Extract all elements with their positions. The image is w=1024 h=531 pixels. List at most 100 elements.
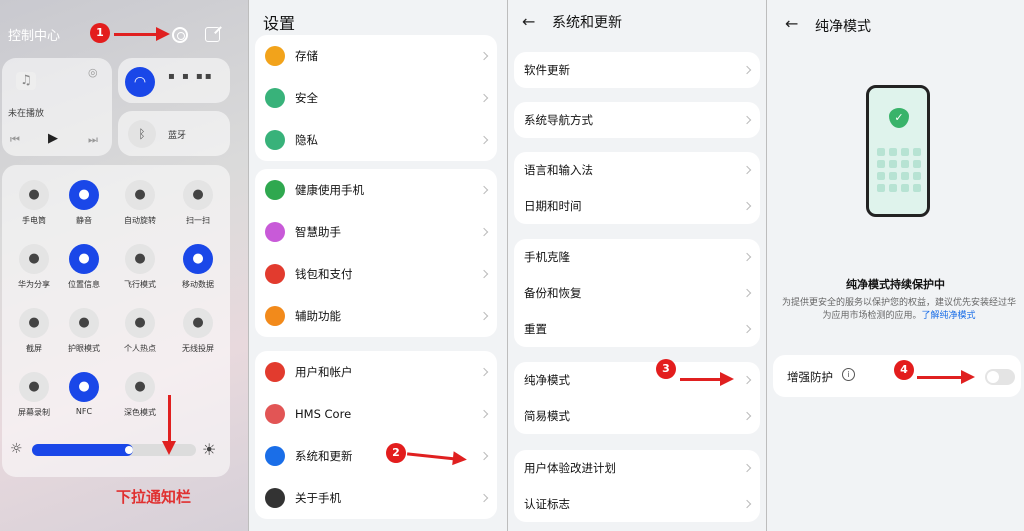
chevron-right-icon	[742, 411, 752, 421]
security-icon	[265, 88, 285, 108]
system-item-label: 重置	[524, 322, 547, 336]
toggle-tile[interactable]: ● NFC	[60, 372, 108, 416]
system-item[interactable]: 认证标志	[514, 486, 760, 522]
system-item[interactable]: 系统导航方式	[514, 102, 760, 138]
system-item-label: 认证标志	[524, 497, 570, 511]
system-item[interactable]: 手机克隆	[514, 239, 760, 275]
system-group-2: 系统导航方式	[514, 102, 760, 138]
settings-item[interactable]: 安全	[255, 77, 497, 119]
toggle-tile[interactable]: ● 自动旋转	[116, 180, 164, 226]
chevron-right-icon	[479, 493, 489, 503]
toggle-tile[interactable]: ● 屏幕录制	[10, 372, 58, 418]
toggle-tile-label: 位置信息	[68, 280, 100, 289]
step-arrow-4	[917, 370, 975, 384]
play-icon[interactable]: ▶	[48, 131, 58, 146]
chevron-right-icon	[479, 185, 489, 195]
chevron-right-icon	[479, 227, 489, 237]
eye-icon[interactable]: ●	[69, 308, 99, 338]
mobile-data-icon[interactable]: ●	[183, 244, 213, 274]
chevron-right-icon	[742, 288, 752, 298]
system-item-label: 用户体验改进计划	[524, 461, 616, 475]
next-icon[interactable]: ⏭	[88, 133, 98, 147]
settings-item[interactable]: 用户和帐户	[255, 351, 497, 393]
brightness-fill	[32, 444, 134, 456]
cast-icon[interactable]: ●	[183, 308, 213, 338]
system-item[interactable]: 日期和时间	[514, 188, 760, 224]
back-arrow-icon[interactable]: ←	[522, 12, 535, 31]
toggle-tile[interactable]: ● 手电筒	[10, 180, 58, 226]
system-item-label: 系统导航方式	[524, 113, 593, 127]
wifi-icon[interactable]: ◠	[125, 67, 155, 97]
rotate-icon[interactable]: ●	[125, 180, 155, 210]
flashlight-icon[interactable]: ●	[19, 180, 49, 210]
settings-item-label: HMS Core	[295, 407, 352, 421]
toggle-tile[interactable]: ● 静音	[60, 180, 108, 226]
toggle-tile[interactable]: ● 无线投屏	[174, 308, 222, 354]
system-item[interactable]: 语言和输入法	[514, 152, 760, 188]
learn-more-link[interactable]: 了解纯净模式	[922, 311, 976, 321]
nfc-icon[interactable]: ●	[69, 372, 99, 402]
toggle-tile[interactable]: ● 华为分享	[10, 244, 58, 290]
toggle-tile[interactable]: ● 位置信息	[60, 244, 108, 290]
settings-item[interactable]: 健康使用手机	[255, 169, 497, 211]
dark-mode-icon[interactable]: ●	[125, 372, 155, 402]
toggle-tile[interactable]: ● 深色模式	[116, 372, 164, 418]
chevron-right-icon	[742, 65, 752, 75]
airplane-icon[interactable]: ●	[125, 244, 155, 274]
chevron-right-icon	[479, 269, 489, 279]
settings-item[interactable]: 钱包和支付	[255, 253, 497, 295]
system-item[interactable]: 简易模式	[514, 398, 760, 434]
scan-icon[interactable]: ●	[183, 180, 213, 210]
settings-gear-icon[interactable]	[172, 27, 188, 43]
system-item-label: 日期和时间	[524, 199, 582, 213]
toggle-tile-label: 扫一扫	[186, 216, 210, 225]
toggle-tile[interactable]: ● 护眼模式	[60, 308, 108, 354]
brightness-low-icon: ☼	[10, 441, 23, 457]
system-group-4: 手机克隆 备份和恢复重置	[514, 239, 760, 347]
toggle-tile[interactable]: ● 个人热点	[116, 308, 164, 354]
screenshot-icon[interactable]: ●	[19, 308, 49, 338]
toggle-tile-label: 个人热点	[124, 344, 156, 353]
share-icon[interactable]: ●	[19, 244, 49, 274]
audio-output-icon[interactable]: ◎	[88, 66, 98, 79]
settings-item[interactable]: HMS Core	[255, 393, 497, 435]
settings-item-label: 系统和更新	[295, 449, 353, 463]
settings-item[interactable]: 关于手机	[255, 477, 497, 519]
bluetooth-icon[interactable]: ᛒ	[128, 120, 156, 148]
record-icon[interactable]: ●	[19, 372, 49, 402]
system-item[interactable]: 重置	[514, 311, 760, 347]
chevron-right-icon	[742, 165, 752, 175]
system-item-label: 简易模式	[524, 409, 570, 423]
system-group-1: 软件更新	[514, 52, 760, 88]
toggle-tile-label: 华为分享	[18, 280, 50, 289]
toggle-tile-label: 自动旋转	[124, 216, 156, 225]
toggle-tile[interactable]: ● 扫一扫	[174, 180, 222, 226]
toggle-tile[interactable]: ● 截屏	[10, 308, 58, 354]
location-icon[interactable]: ●	[69, 244, 99, 274]
settings-item[interactable]: 隐私	[255, 119, 497, 161]
mute-bell-icon[interactable]: ●	[69, 180, 99, 210]
hotspot-icon[interactable]: ●	[125, 308, 155, 338]
system-item[interactable]: 备份和恢复	[514, 275, 760, 311]
system-group-6: 用户体验改进计划 认证标志	[514, 450, 760, 522]
edit-icon[interactable]	[205, 27, 220, 42]
settings-item-label: 关于手机	[295, 491, 341, 505]
step-badge-1: 1	[90, 23, 110, 43]
system-item[interactable]: 软件更新	[514, 52, 760, 88]
toggle-tile[interactable]: ● 飞行模式	[116, 244, 164, 290]
system-item[interactable]: 用户体验改进计划	[514, 450, 760, 486]
enhanced-protection-toggle[interactable]	[985, 369, 1015, 385]
settings-item[interactable]: 辅助功能	[255, 295, 497, 337]
back-arrow-icon[interactable]: ←	[785, 14, 798, 33]
previous-icon[interactable]: ⏮	[10, 133, 20, 147]
chevron-right-icon	[479, 51, 489, 61]
health-icon	[265, 180, 285, 200]
settings-group-2: 健康使用手机 智慧助手 钱包和支付 辅助功能	[255, 169, 497, 337]
chevron-right-icon	[742, 201, 752, 211]
toggle-tile[interactable]: ● 移动数据	[174, 244, 222, 290]
settings-item[interactable]: 智慧助手	[255, 211, 497, 253]
info-icon[interactable]: i	[842, 368, 855, 381]
storage-icon	[265, 46, 285, 66]
settings-item[interactable]: 存储	[255, 35, 497, 77]
shield-check-icon: ✓	[889, 108, 909, 128]
